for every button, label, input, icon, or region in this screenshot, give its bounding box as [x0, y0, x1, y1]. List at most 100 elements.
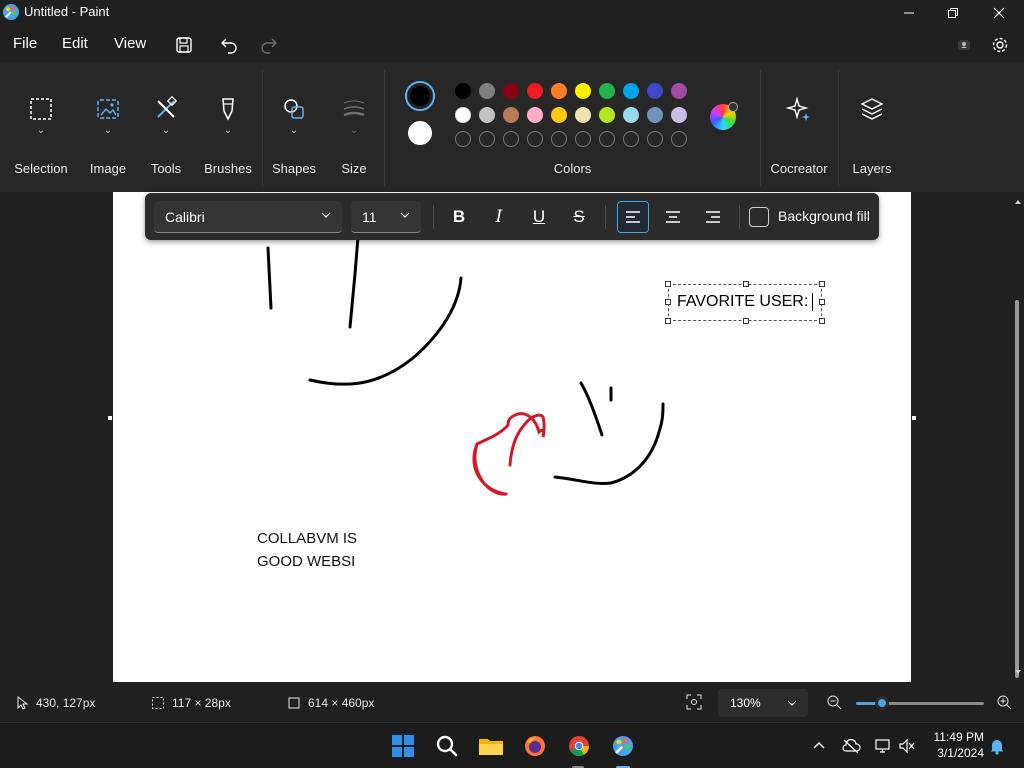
paint-taskbar-button[interactable] — [608, 731, 638, 761]
color-swatch[interactable] — [551, 83, 567, 99]
custom-color-slot[interactable] — [575, 131, 591, 147]
text-box-content[interactable]: FAVORITE USER: — [677, 293, 814, 311]
color-swatch[interactable] — [575, 83, 591, 99]
canvas-resize-handle[interactable] — [912, 416, 916, 420]
onedrive-button[interactable] — [840, 735, 862, 757]
layers-group[interactable]: Layers — [840, 62, 904, 192]
zoom-select[interactable]: 130% — [718, 689, 808, 717]
custom-color-slot[interactable] — [647, 131, 663, 147]
color-swatch[interactable] — [479, 107, 495, 123]
save-button[interactable] — [170, 32, 198, 58]
color-swatch[interactable] — [503, 83, 519, 99]
vertical-scrollbar[interactable] — [1012, 192, 1024, 682]
color-swatch[interactable] — [671, 107, 687, 123]
cloud-offline-icon — [842, 738, 861, 754]
color-swatch[interactable] — [455, 107, 471, 123]
color-swatch[interactable] — [647, 107, 663, 123]
start-button[interactable] — [388, 731, 418, 761]
custom-color-slot[interactable] — [671, 131, 687, 147]
secondary-color-swatch[interactable] — [408, 121, 432, 145]
selection-group[interactable]: ⌄ Selection — [0, 62, 82, 192]
chrome-button[interactable] — [564, 731, 594, 761]
resize-handle[interactable] — [665, 318, 671, 324]
color-swatch[interactable] — [599, 83, 615, 99]
brushes-group[interactable]: ⌄ Brushes — [200, 62, 256, 192]
font-size-select[interactable]: 11 — [351, 201, 421, 233]
primary-color-swatch[interactable] — [405, 81, 435, 111]
color-swatch[interactable] — [479, 83, 495, 99]
color-swatch[interactable] — [623, 107, 639, 123]
custom-color-slot[interactable] — [551, 131, 567, 147]
background-fill-checkbox[interactable] — [749, 207, 769, 227]
firefox-button[interactable] — [520, 731, 550, 761]
shapes-group[interactable]: ⌄ Shapes — [266, 62, 322, 192]
resize-handle[interactable] — [665, 281, 671, 287]
menu-file[interactable]: File — [13, 35, 37, 52]
custom-color-slot[interactable] — [503, 131, 519, 147]
volume-button[interactable] — [896, 735, 918, 757]
color-swatch[interactable] — [527, 83, 543, 99]
settings-button[interactable] — [986, 32, 1014, 58]
text-box[interactable]: FAVORITE USER: — [665, 281, 825, 324]
color-swatch[interactable] — [527, 107, 543, 123]
canvas[interactable]: FAVORITE USER: COLLABVM IS GOOD WEBSI — [113, 192, 911, 682]
italic-button[interactable]: I — [483, 201, 515, 233]
resize-handle[interactable] — [819, 299, 825, 305]
image-group[interactable]: ⌄ Image — [82, 62, 134, 192]
menu-edit[interactable]: Edit — [62, 35, 88, 52]
close-button[interactable] — [976, 0, 1022, 26]
network-button[interactable] — [872, 735, 894, 757]
color-swatch[interactable] — [575, 107, 591, 123]
restore-button[interactable] — [930, 0, 976, 26]
clock[interactable]: 11:49 PM 3/1/2024 — [922, 729, 984, 761]
canvas-resize-handle[interactable] — [108, 416, 112, 420]
show-hidden-icons-button[interactable] — [808, 735, 830, 757]
redo-button[interactable] — [255, 32, 283, 58]
color-swatch[interactable] — [647, 83, 663, 99]
zoom-in-icon[interactable] — [996, 694, 1012, 710]
undo-button[interactable] — [215, 32, 243, 58]
cocreator-group[interactable]: Cocreator — [764, 62, 834, 192]
color-swatch[interactable] — [623, 83, 639, 99]
background-fill-label[interactable]: Background fill — [778, 208, 870, 224]
scroll-thumb[interactable] — [1015, 300, 1019, 678]
resize-handle[interactable] — [819, 318, 825, 324]
custom-color-slot[interactable] — [527, 131, 543, 147]
color-swatch[interactable] — [551, 107, 567, 123]
menu-view[interactable]: View — [114, 35, 146, 52]
color-swatch[interactable] — [503, 107, 519, 123]
font-family-select[interactable]: Calibri — [154, 201, 342, 233]
custom-color-slot[interactable] — [455, 131, 471, 147]
notifications-button[interactable] — [986, 735, 1008, 757]
resize-handle[interactable] — [665, 299, 671, 305]
custom-color-slot[interactable] — [599, 131, 615, 147]
resize-handle[interactable] — [819, 281, 825, 287]
fit-to-window-icon[interactable] — [686, 694, 702, 710]
scroll-up-icon[interactable] — [1012, 196, 1024, 208]
edit-colors-button[interactable] — [710, 102, 738, 130]
custom-color-slot[interactable] — [479, 131, 495, 147]
search-button[interactable] — [432, 731, 462, 761]
tools-group[interactable]: ⌄ Tools — [140, 62, 192, 192]
zoom-slider[interactable] — [856, 696, 984, 710]
zoom-slider-thumb[interactable] — [874, 696, 889, 710]
align-right-button[interactable] — [697, 201, 729, 233]
account-button[interactable] — [950, 32, 978, 58]
minimize-button[interactable] — [886, 0, 932, 26]
custom-color-slot[interactable] — [623, 131, 639, 147]
size-group[interactable]: ⌄ Size — [330, 62, 378, 192]
color-swatch[interactable] — [455, 83, 471, 99]
scroll-down-icon[interactable] — [1012, 666, 1024, 678]
color-swatch[interactable] — [671, 83, 687, 99]
resize-handle[interactable] — [743, 281, 749, 287]
resize-handle[interactable] — [743, 318, 749, 324]
file-explorer-button[interactable] — [476, 731, 506, 761]
zoom-out-icon[interactable] — [826, 694, 842, 710]
align-center-button[interactable] — [657, 201, 689, 233]
restore-icon — [948, 8, 958, 18]
strikethrough-button[interactable]: S — [563, 201, 595, 233]
align-left-button[interactable] — [617, 201, 649, 233]
underline-button[interactable]: U — [523, 201, 555, 233]
color-swatch[interactable] — [599, 107, 615, 123]
bold-button[interactable]: B — [443, 201, 475, 233]
